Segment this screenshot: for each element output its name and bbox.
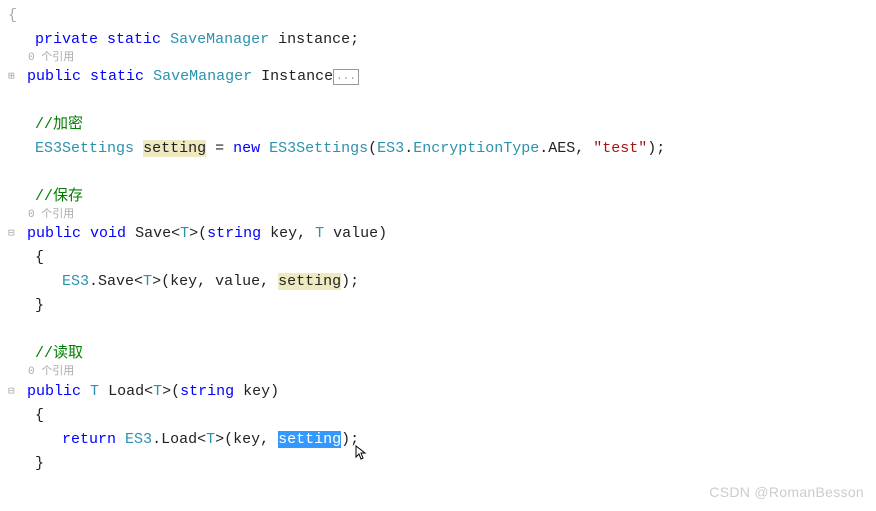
line-instance-prop: ⊞ public static SaveManager Instance...: [8, 65, 876, 89]
line-save-sig: ⊟ public void Save<T>(string key, T valu…: [8, 222, 876, 246]
line-open-brace: {: [8, 4, 876, 28]
line-instance-field: private static SaveManager instance;: [8, 28, 876, 52]
line-load-sig: ⊟ public T Load<T>(string key): [8, 380, 876, 404]
brace-open-gutter: {: [8, 4, 20, 28]
brace-close: }: [8, 452, 876, 476]
line-es3settings: ES3Settings setting = new ES3Settings(ES…: [8, 137, 876, 161]
comment-save: //保存: [8, 185, 876, 209]
codelens-refs[interactable]: 0 个引用: [8, 366, 876, 379]
comment-encrypt: //加密: [8, 113, 876, 137]
brace-close: }: [8, 294, 876, 318]
line-es3-save: ES3.Save<T>(key, value, setting);: [8, 270, 876, 294]
codelens-refs[interactable]: 0 个引用: [8, 52, 876, 65]
collapse-toggle-icon[interactable]: ⊞: [8, 69, 18, 87]
line-es3-load: return ES3.Load<T>(key, setting);: [8, 428, 876, 452]
collapse-toggle-icon[interactable]: ⊟: [8, 384, 18, 402]
brace-open: {: [8, 404, 876, 428]
highlight-setting: setting: [278, 273, 341, 290]
collapse-toggle-icon[interactable]: ⊟: [8, 226, 18, 244]
highlight-setting: setting: [143, 140, 206, 157]
codelens-refs[interactable]: 0 个引用: [8, 209, 876, 222]
watermark: CSDN @RomanBesson: [709, 481, 864, 503]
collapsed-region-icon[interactable]: ...: [333, 69, 359, 85]
brace-open: {: [8, 246, 876, 270]
comment-load: //读取: [8, 342, 876, 366]
selection-setting: setting: [278, 431, 341, 448]
code-editor[interactable]: { private static SaveManager instance; 0…: [0, 0, 876, 476]
